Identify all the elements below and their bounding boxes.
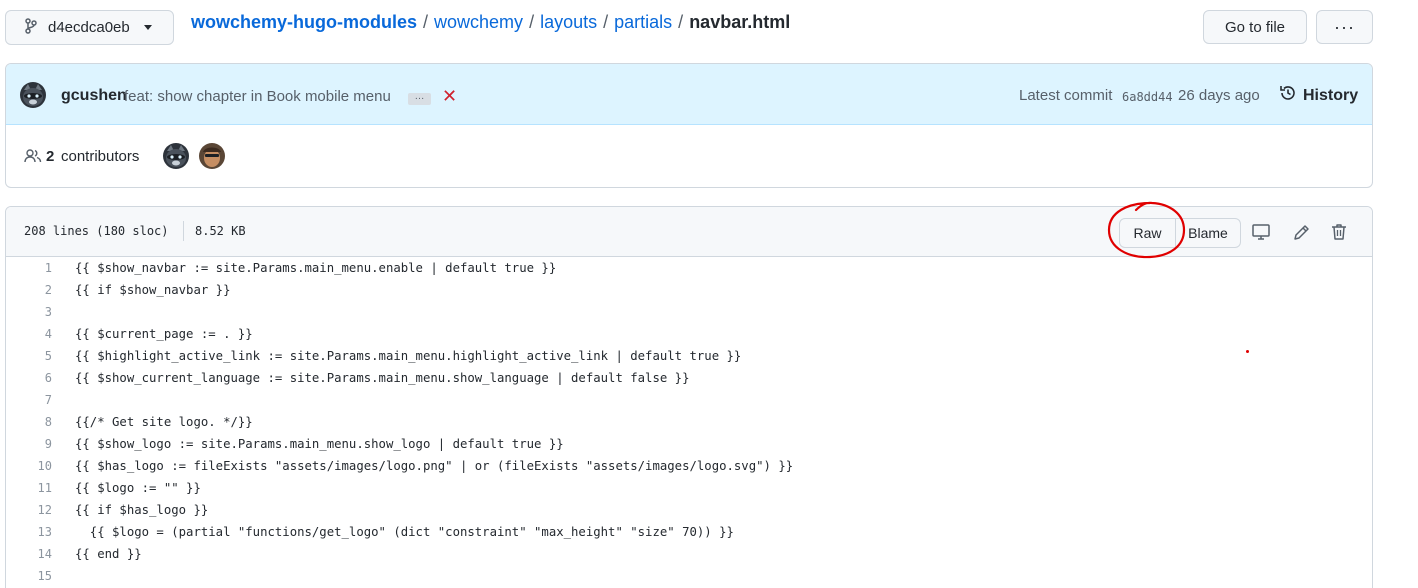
contributors-label[interactable]: contributors (61, 148, 139, 165)
history-label: History (1303, 86, 1359, 104)
commit-message-link[interactable]: feat: show chapter in Book mobile menu (124, 88, 391, 105)
file-size: 8.52 KB (195, 224, 246, 238)
code-line: 2 {{ if $show_navbar }} (6, 280, 1372, 302)
contributors-row: 2 contributors (6, 126, 1372, 187)
git-branch-icon (24, 17, 38, 38)
code-line: 14 {{ end }} (6, 544, 1372, 566)
line-number[interactable]: 4 (6, 327, 52, 341)
line-number[interactable]: 13 (6, 525, 52, 539)
line-number[interactable]: 11 (6, 481, 52, 495)
line-content: {{ if $show_navbar }} (75, 283, 231, 297)
divider (183, 221, 184, 241)
x-status-icon[interactable]: ✕ (442, 86, 457, 107)
breadcrumb-separator: / (529, 12, 535, 32)
commit-age: 26 days ago (1178, 87, 1260, 104)
code-line: 12 {{ if $has_logo }} (6, 500, 1372, 522)
trash-icon[interactable] (1328, 221, 1350, 243)
more-options-button[interactable]: ··· (1316, 10, 1373, 44)
desktop-display-icon[interactable] (1250, 221, 1272, 243)
line-number[interactable]: 5 (6, 349, 52, 363)
file-viewer: 208 lines (180 sloc) 8.52 KB Raw Blame 1… (5, 206, 1373, 588)
line-content: {{ $current_page := . }} (75, 327, 253, 341)
raw-button[interactable]: Raw (1119, 218, 1176, 248)
line-number[interactable]: 3 (6, 305, 52, 319)
breadcrumb-link-layouts[interactable]: layouts (540, 12, 597, 33)
line-number[interactable]: 12 (6, 503, 52, 517)
line-content: {{ $show_current_language := site.Params… (75, 371, 690, 385)
line-content: {{ $logo := "" }} (75, 481, 201, 495)
commit-author-link[interactable]: gcushen (61, 87, 127, 105)
line-content: {{/* Get site logo. */}} (75, 415, 253, 429)
code-line: 6 {{ $show_current_language := site.Param… (6, 368, 1372, 390)
line-number[interactable]: 14 (6, 547, 52, 561)
breadcrumb-separator: / (678, 12, 684, 32)
code-line: 3 (6, 302, 1372, 324)
branch-select-button[interactable]: d4ecdca0eb (5, 10, 174, 45)
code-line: 15 (6, 566, 1372, 588)
breadcrumb-link-wowchemy[interactable]: wowchemy (434, 12, 523, 33)
history-link[interactable]: History (1279, 84, 1358, 107)
breadcrumb-current-file: navbar.html (689, 12, 791, 32)
chevron-down-icon (143, 25, 152, 30)
author-avatar[interactable] (20, 82, 46, 108)
breadcrumb: wowchemy-hugo-modules / wowchemy / layou… (191, 12, 790, 33)
commit-info-box: gcushen feat: show chapter in Book mobil… (5, 63, 1373, 188)
history-icon (1279, 84, 1297, 107)
commit-sha-link[interactable]: 6a8dd44 (1122, 90, 1173, 104)
line-number[interactable]: 1 (6, 261, 52, 275)
line-content: {{ $has_logo := fileExists "assets/image… (75, 459, 794, 473)
line-number[interactable]: 6 (6, 371, 52, 385)
people-icon (24, 149, 42, 166)
branch-label: d4ecdca0eb (48, 19, 130, 36)
line-number[interactable]: 8 (6, 415, 52, 429)
code-line: 11 {{ $logo := "" }} (6, 478, 1372, 500)
file-header: 208 lines (180 sloc) 8.52 KB Raw Blame (6, 207, 1372, 257)
contributor-avatar[interactable] (199, 143, 225, 169)
breadcrumb-link-partials[interactable]: partials (614, 12, 672, 33)
line-number[interactable]: 15 (6, 569, 52, 583)
line-number[interactable]: 10 (6, 459, 52, 473)
line-content: {{ if $has_logo }} (75, 503, 209, 517)
line-content: {{ $highlight_active_link := site.Params… (75, 349, 742, 363)
code-line: 8 {{/* Get site logo. */}} (6, 412, 1372, 434)
line-content: {{ $show_navbar := site.Params.main_menu… (75, 261, 557, 275)
code-line: 5 {{ $highlight_active_link := site.Param… (6, 346, 1372, 368)
breadcrumb-separator: / (423, 12, 429, 32)
code-line: 4 {{ $current_page := . }} (6, 324, 1372, 346)
line-number[interactable]: 2 (6, 283, 52, 297)
latest-commit-row: gcushen feat: show chapter in Book mobil… (6, 64, 1372, 125)
code-line: 7 (6, 390, 1372, 412)
pencil-icon[interactable] (1290, 221, 1312, 243)
contributor-avatar[interactable] (163, 143, 189, 169)
code-line: 10 {{ $has_logo := fileExists "assets/ima… (6, 456, 1372, 478)
breadcrumb-separator: / (603, 12, 609, 32)
annotation-dot (1246, 350, 1249, 353)
latest-commit-label: Latest commit (1019, 87, 1113, 104)
go-to-file-button[interactable]: Go to file (1203, 10, 1307, 44)
expand-commit-message-button[interactable]: … (408, 92, 431, 105)
file-line-count: 208 lines (180 sloc) (24, 224, 169, 238)
code-listing: 1 {{ $show_navbar := site.Params.main_men… (6, 258, 1372, 588)
line-content: {{ $logo = (partial "functions/get_logo"… (75, 525, 734, 539)
code-line: 13 {{ $logo = (partial "functions/get_lo… (6, 522, 1372, 544)
breadcrumb-repo-link[interactable]: wowchemy-hugo-modules (191, 12, 417, 33)
code-line: 9 {{ $show_logo := site.Params.main_menu.… (6, 434, 1372, 456)
line-content: {{ end }} (75, 547, 142, 561)
contributors-count[interactable]: 2 (46, 148, 54, 165)
line-number[interactable]: 7 (6, 393, 52, 407)
code-line: 1 {{ $show_navbar := site.Params.main_men… (6, 258, 1372, 280)
blame-button[interactable]: Blame (1175, 218, 1241, 248)
line-number[interactable]: 9 (6, 437, 52, 451)
line-content: {{ $show_logo := site.Params.main_menu.s… (75, 437, 564, 451)
